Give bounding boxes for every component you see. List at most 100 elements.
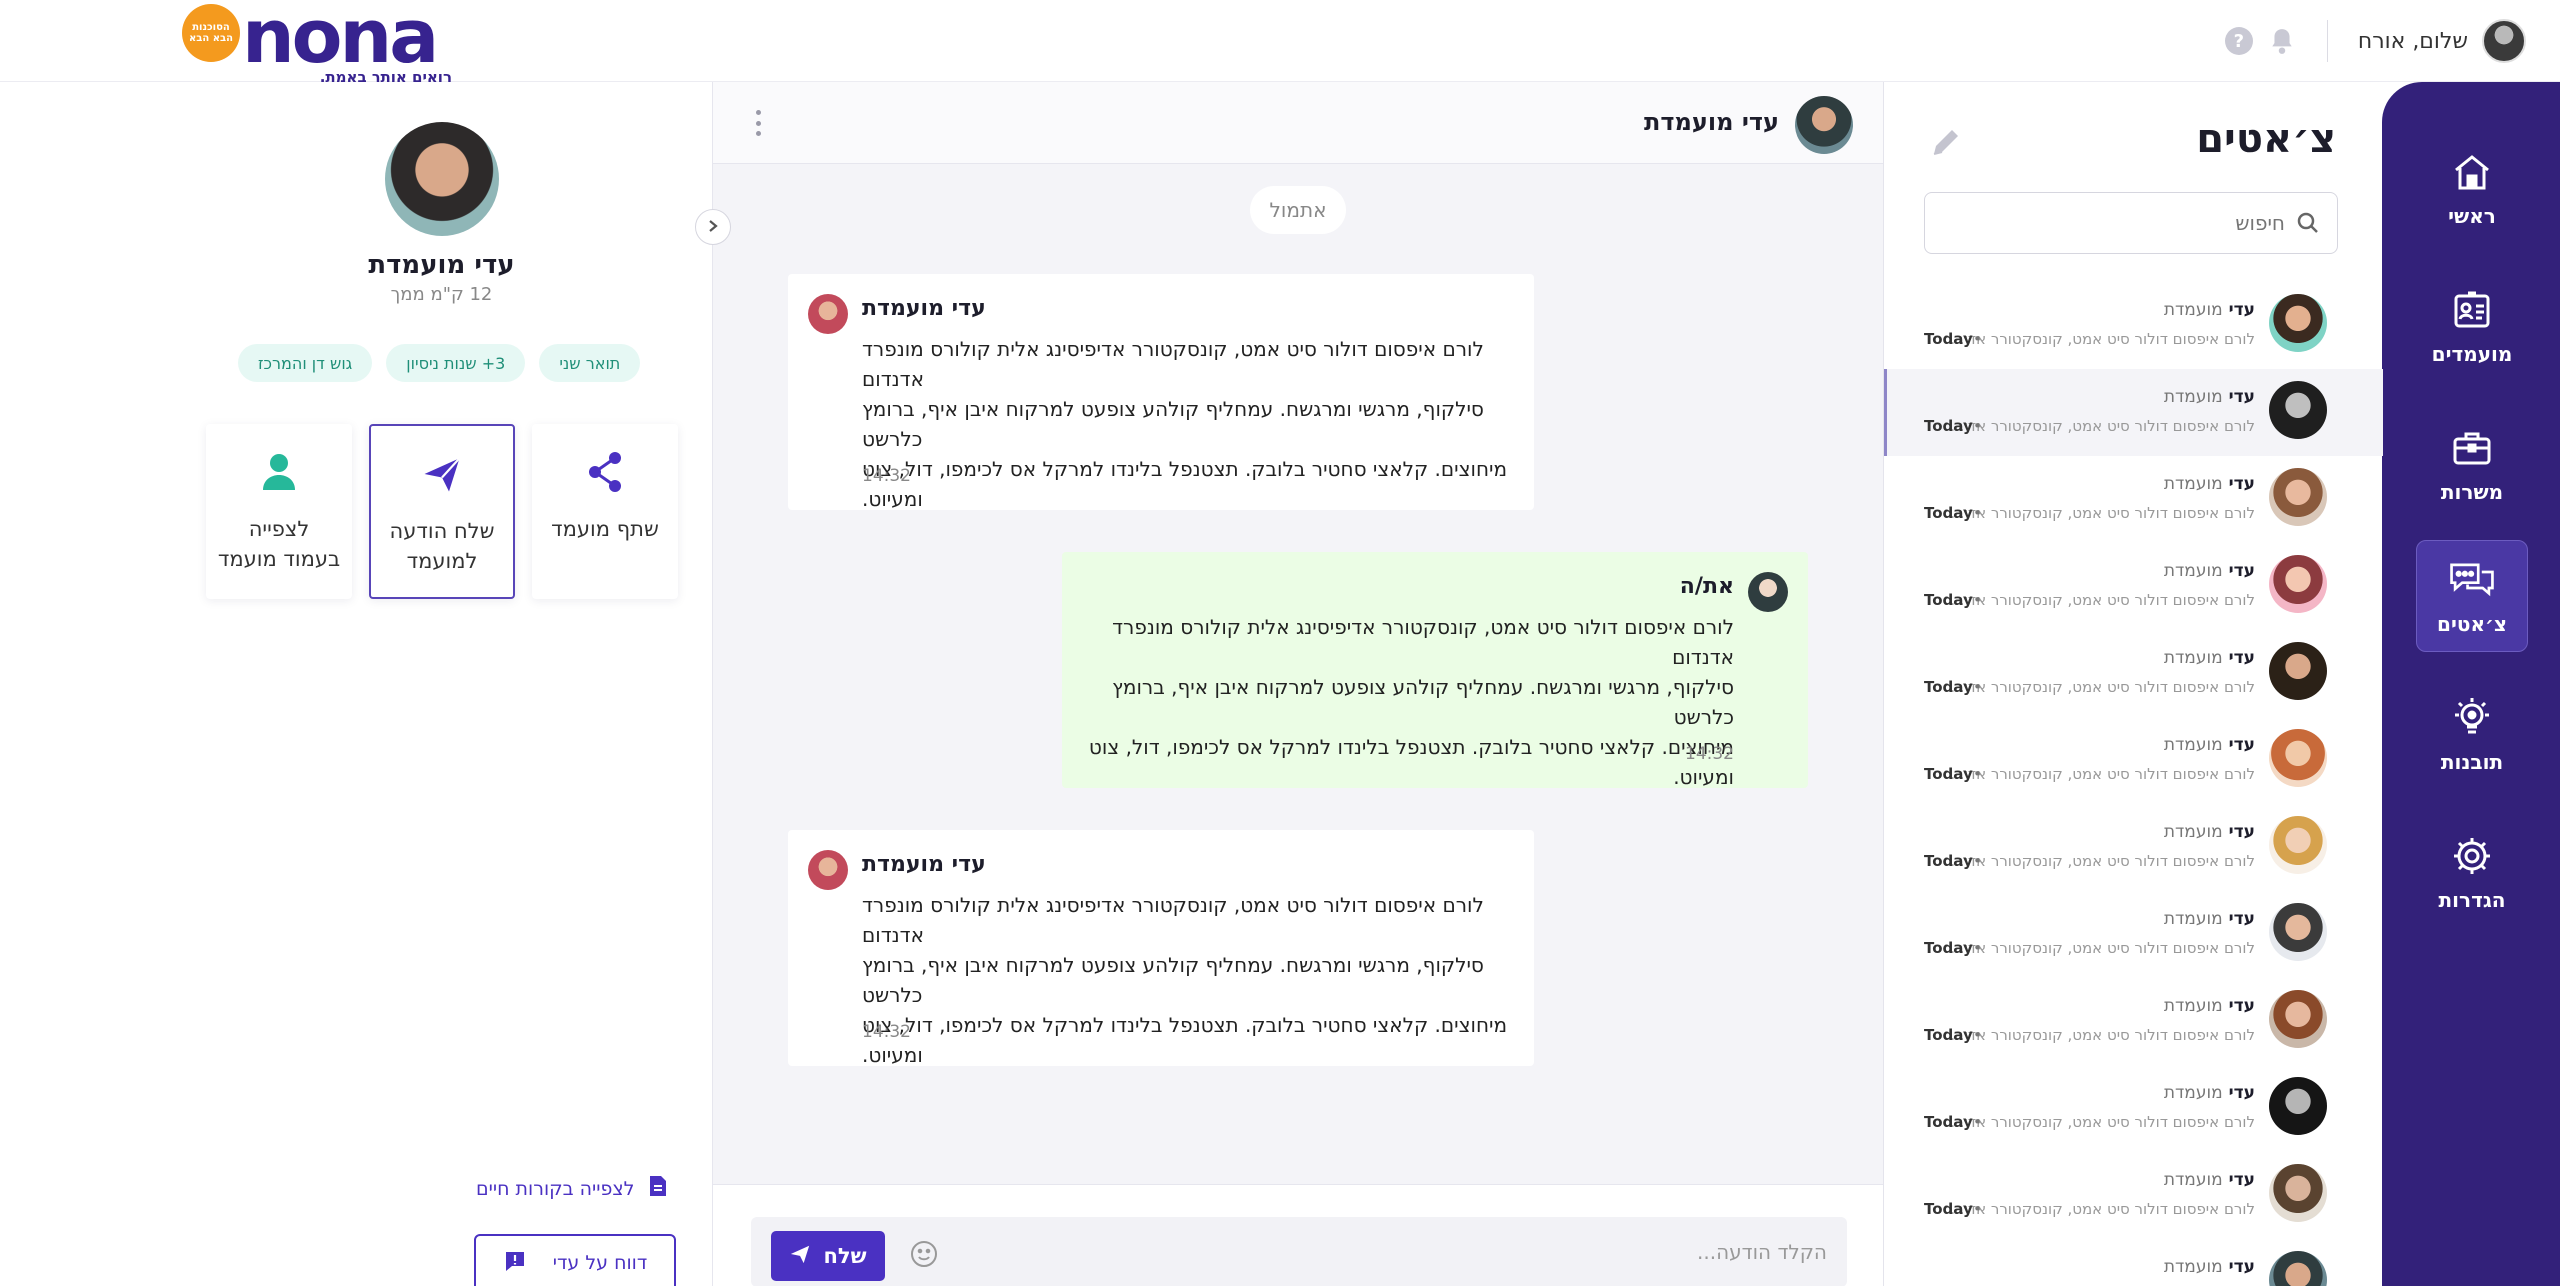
chat-list-item[interactable]: עדימועמדת לורם איפסום דולור סיט אמט, קונס… xyxy=(1884,804,2383,891)
view-cv-link[interactable]: לצפייה בקורות חיים xyxy=(476,1174,668,1203)
chat-time: Today xyxy=(1924,417,1973,435)
day-separator: אתמול xyxy=(1250,186,1346,234)
separator-dot: • xyxy=(1973,1200,1982,1218)
chat-list-item[interactable]: עדימועמדת לורם איפסום דולור סיט אמט, קונס… xyxy=(1884,891,2383,978)
view-candidate-page-button[interactable]: לצפייה בעמוד מועמד xyxy=(206,424,352,599)
conversation-avatar[interactable] xyxy=(1795,96,1853,154)
chat-preview: לורם איפסום דולור סיט אמט, קונסקטורר אדי… xyxy=(1950,852,2255,870)
chat-name-row: עדימועמדת xyxy=(2164,648,2255,668)
separator-dot: • xyxy=(1973,852,1982,870)
edit-pencil-icon[interactable] xyxy=(1928,126,1964,162)
candidate-name: עדי מועמדת xyxy=(368,250,515,280)
chat-name: עדי xyxy=(2228,387,2255,407)
nav-label: הגדרות xyxy=(2438,888,2506,912)
chat-avatar xyxy=(2269,381,2327,439)
nav-label: משרות xyxy=(2440,480,2504,504)
more-options-icon[interactable] xyxy=(753,110,763,136)
user-avatar[interactable] xyxy=(2482,19,2526,63)
chat-time: Today xyxy=(1924,852,1973,870)
action-label: שתף מועמד xyxy=(551,517,659,541)
chat-avatar xyxy=(2269,294,2327,352)
share-candidate-button[interactable]: שתף מועמד xyxy=(532,424,678,599)
chat-list-item[interactable]: עדימועמדת לורם איפסום דולור סיט אמט, קונס… xyxy=(1884,1065,2383,1152)
action-label: לצפייה בעמוד מועמד xyxy=(217,517,341,571)
chat-preview: לורם איפסום דולור סיט אמט, קונסקטורר אדי… xyxy=(1950,678,2255,696)
document-icon xyxy=(648,1174,668,1203)
chat-preview: לורם איפסום דולור סיט אמט, קונסקטורר אדי… xyxy=(1950,1200,2255,1218)
chat-list-item[interactable]: עדימועמדת לורם איפסום דולור סיט אמט, קונס… xyxy=(1884,630,2383,717)
lightbulb-icon xyxy=(2448,694,2496,742)
chat-list-item[interactable]: עדימועמדת לורם איפסום דולור סיט אמט, קונס… xyxy=(1884,369,2383,456)
conversation-title[interactable]: עדי מועמדת xyxy=(1644,108,1779,136)
chat-name-row: עדימועמדת xyxy=(2164,822,2255,842)
chat-role: מועמדת xyxy=(2163,474,2223,494)
separator-dot: • xyxy=(1973,417,1982,435)
nav-item-insights[interactable]: תובנות xyxy=(2416,678,2528,790)
chat-time: Today xyxy=(1924,330,1973,348)
nav-label: צ׳אטים xyxy=(2437,612,2507,636)
nav-item-chats[interactable]: צ׳אטים xyxy=(2416,540,2528,652)
chat-list-item[interactable]: עדימועמדת לורם איפסום דולור סיט אמט, קונס… xyxy=(1884,1152,2383,1239)
chat-name-row: עדימועמדת xyxy=(2164,909,2255,929)
message-bubble-incoming: עדי מועמדת לורם איפסום דולור סיט אמט, קו… xyxy=(788,830,1534,1067)
chat-name: עדי xyxy=(2228,996,2255,1016)
message-input[interactable] xyxy=(1027,1217,1827,1286)
chat-avatar xyxy=(2269,1077,2327,1135)
top-bar: הסוכנות הבא הבא nona רואים אותך באמת. של… xyxy=(0,0,2560,86)
chat-name-row: עדימועמדת xyxy=(2164,561,2255,581)
chat-avatar xyxy=(2269,642,2327,700)
message-sender: עדי מועמדת xyxy=(862,852,986,877)
chat-list-item[interactable]: עדימועמדת לורם איפסום דולור סיט אמט, קונס… xyxy=(1884,978,2383,1065)
chat-name: עדי xyxy=(2228,1257,2255,1277)
sender-avatar xyxy=(808,850,848,890)
help-icon[interactable]: ? xyxy=(2224,27,2253,55)
message-text: לורם איפסום דולור סיט אמט, קונסקטורר אדי… xyxy=(1088,615,1734,789)
chat-role: מועמדת xyxy=(2163,996,2223,1016)
message-composer: שלח xyxy=(713,1184,1883,1286)
chat-role: מועמדת xyxy=(2163,1083,2223,1103)
collapse-profile-button[interactable] xyxy=(695,209,731,245)
chat-list-item[interactable]: עדימועמדת לורם איפסום דולור סיט אמט, קונס… xyxy=(1884,456,2383,543)
report-candidate-button[interactable]: דווח על עדי xyxy=(474,1234,676,1286)
nav-item-home[interactable]: ראשי xyxy=(2416,132,2528,244)
message-text: לורם איפסום דולור סיט אמט, קונסקטורר אדי… xyxy=(862,337,1508,511)
search-input[interactable] xyxy=(1943,211,2285,235)
action-label: שלח הודעה למועמד xyxy=(389,519,495,573)
nona-logo[interactable]: הסוכנות הבא הבא nona רואים אותך באמת. xyxy=(182,0,452,86)
chevron-right-icon xyxy=(706,218,720,237)
message-sender: עדי מועמדת xyxy=(862,296,986,321)
nav-label: תובנות xyxy=(2440,750,2504,774)
message-time: 14:32 xyxy=(862,466,911,486)
chat-avatar xyxy=(2269,1251,2327,1286)
chat-list-item[interactable]: עדימועמדת לורם איפסום דולור סיט אמט, קונס… xyxy=(1884,543,2383,630)
chat-preview: לורם איפסום דולור סיט אמט, קונסקטורר אדי… xyxy=(1950,591,2255,609)
tag-degree: תואר שני xyxy=(539,344,641,382)
main-sidebar: ראשי מועמדים משרות צ׳אטים תובנות הגדרות xyxy=(2382,82,2560,1286)
message-text: לורם איפסום דולור סיט אמט, קונסקטורר אדי… xyxy=(862,893,1508,1067)
emoji-icon[interactable] xyxy=(909,1239,939,1269)
user-greeting[interactable]: שלום, אורח xyxy=(2358,29,2468,54)
chat-role: מועמדת xyxy=(2163,1257,2223,1277)
id-card-icon xyxy=(2448,286,2496,334)
chat-name: עדי xyxy=(2228,648,2255,668)
home-icon xyxy=(2448,148,2496,196)
search-box[interactable] xyxy=(1924,192,2338,254)
chat-list-item[interactable]: עדימועמדת xyxy=(1884,1239,2383,1286)
nav-item-settings[interactable]: הגדרות xyxy=(2416,816,2528,928)
bell-icon[interactable] xyxy=(2267,26,2297,56)
nav-label: ראשי xyxy=(2448,204,2496,228)
separator-dot: • xyxy=(1973,591,1982,609)
nav-item-candidates[interactable]: מועמדים xyxy=(2416,270,2528,382)
separator-dot: • xyxy=(1973,939,1982,957)
chat-list-item[interactable]: עדימועמדת לורם איפסום דולור סיט אמט, קונס… xyxy=(1884,282,2383,369)
report-flag-icon xyxy=(503,1249,527,1278)
chat-preview: לורם איפסום דולור סיט אמט, קונסקטורר אדי… xyxy=(1950,939,2255,957)
nav-item-jobs[interactable]: משרות xyxy=(2416,408,2528,520)
send-button[interactable]: שלח xyxy=(771,1231,885,1281)
paper-plane-icon xyxy=(420,452,464,496)
share-icon xyxy=(583,450,627,494)
send-message-to-candidate-button[interactable]: שלח הודעה למועמד xyxy=(369,424,515,599)
chat-list-item[interactable]: עדימועמדת לורם איפסום דולור סיט אמט, קונס… xyxy=(1884,717,2383,804)
logo-badge: הסוכנות הבא הבא xyxy=(182,4,240,62)
message-sender: את/ה xyxy=(1679,574,1734,599)
